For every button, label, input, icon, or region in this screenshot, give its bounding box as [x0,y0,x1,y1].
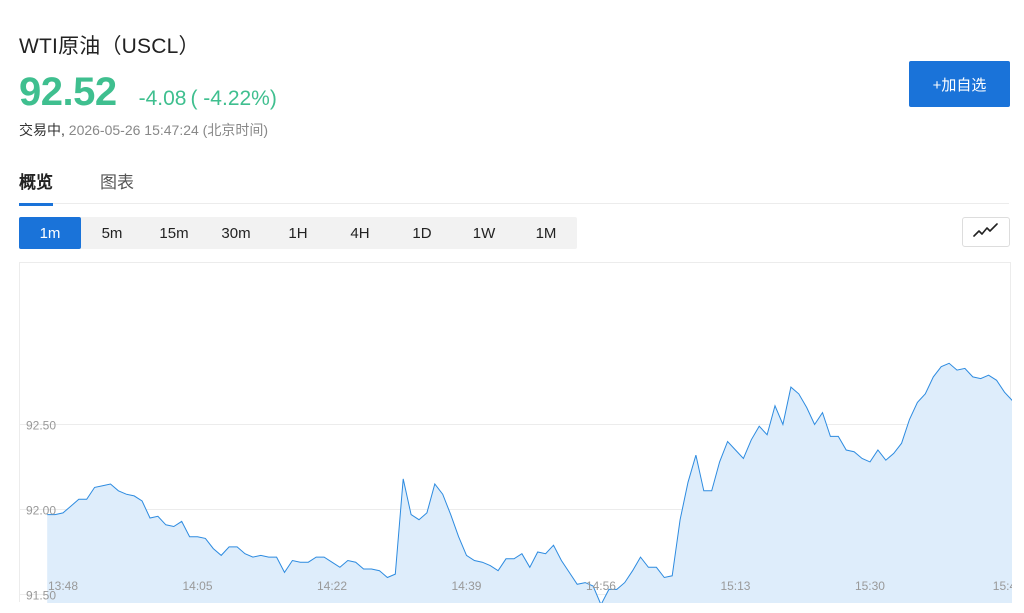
line-chart-icon [973,222,999,243]
x-tick-label: 15:30 [855,579,885,593]
period-1h-button[interactable]: 1H [267,217,329,249]
period-1d-button[interactable]: 1D [391,217,453,249]
tab-overview[interactable]: 概览 [19,168,53,206]
price-change-value: -4.08 [138,87,187,110]
price-change: -4.08( -4.22%) [139,87,277,111]
tab-bar: 概览 图表 [19,168,1009,206]
last-price: 92.52 [19,70,117,114]
x-tick-label: 13:48 [48,579,78,593]
x-tick-label: 14:05 [182,579,212,593]
add-to-watchlist-button[interactable]: +加自选 [909,61,1010,107]
period-30m-button[interactable]: 30m [205,217,267,249]
chart-type-button[interactable] [962,217,1010,247]
price-row: 92.52 -4.08( -4.22%) [19,70,277,115]
x-tick-label: 14:39 [451,579,481,593]
period-1mo-button[interactable]: 1M [515,217,577,249]
y-tick-label: 92.50 [26,419,56,433]
x-tick-label: 15:13 [720,579,750,593]
period-1w-button[interactable]: 1W [453,217,515,249]
instrument-title: WTI原油（USCL） [19,35,200,58]
x-tick-label: 14:56 [586,579,616,593]
period-1m-button[interactable]: 1m [19,217,81,249]
price-chart-svg: 91.5092.0092.5013:48 14:05 14:22 14:39 14:56… [20,362,1024,606]
period-5m-button[interactable]: 5m [81,217,143,249]
trading-status: 交易中, 2026-05-26 15:47:24 (北京时间) [19,120,268,140]
price-chart[interactable]: 91.50 92.00 92.50 13:48 14:05 14:22 14:39 14:56… [19,262,1024,606]
x-tick-label: 14:22 [317,579,347,593]
period-15m-button[interactable]: 15m [143,217,205,249]
x-tick-label: 15:4 [993,579,1012,593]
price-change-percent: ( -4.22%) [190,87,277,110]
status-text: 交易中, [19,122,65,138]
period-4h-button[interactable]: 4H [329,217,391,249]
y-tick-label: 92.00 [26,504,56,518]
tab-chart[interactable]: 图表 [100,168,134,203]
period-selector: 1m 5m 15m 30m 1H 4H 1D 1W 1M [19,217,577,249]
quote-timestamp: 2026-05-26 15:47:24 (北京时间) [68,122,268,138]
